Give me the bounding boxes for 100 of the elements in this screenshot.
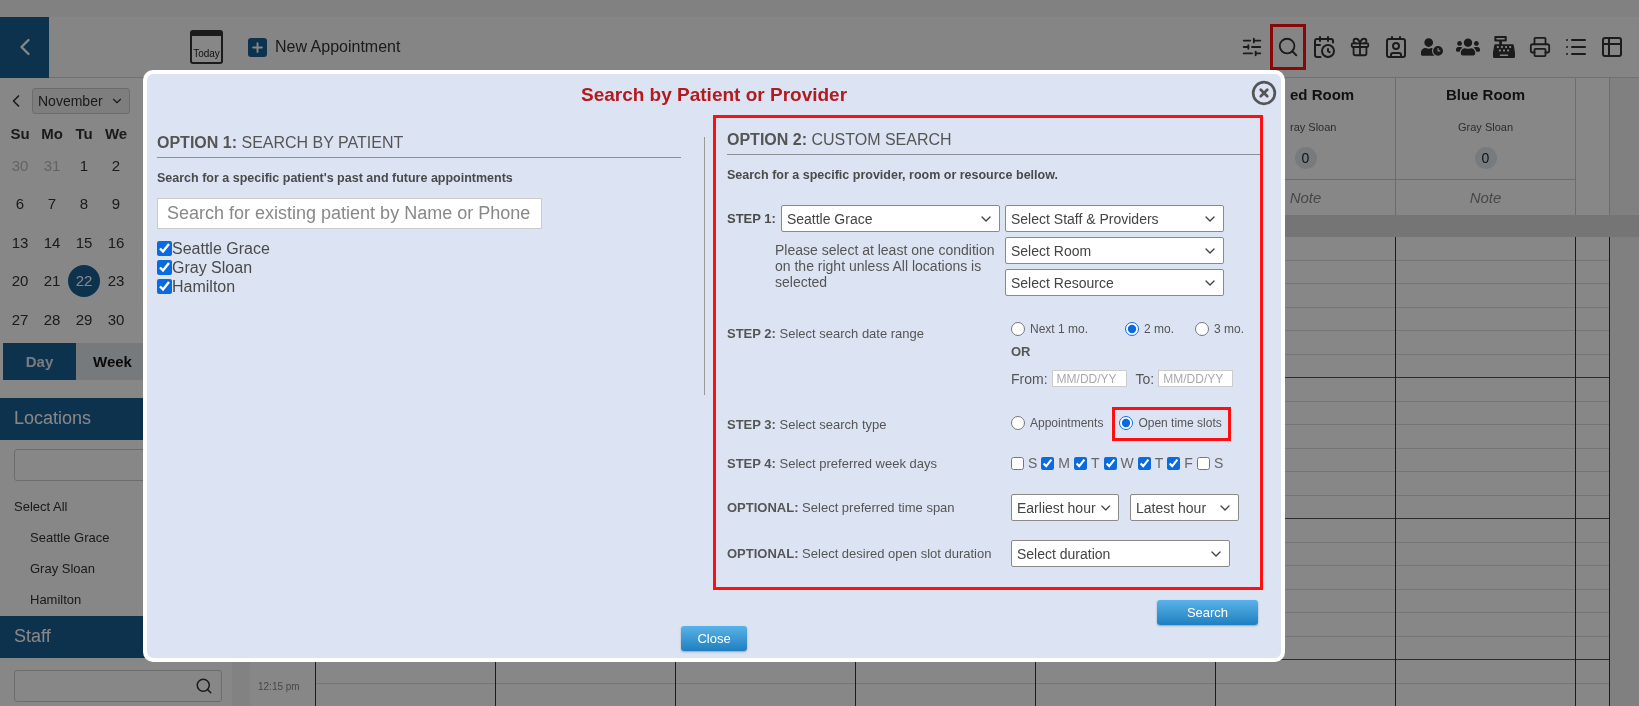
step-label: STEP 1:: [727, 211, 776, 226]
dialog-title: Search by Patient or Provider: [579, 84, 849, 106]
checkbox-label: Hamilton: [172, 277, 236, 296]
checkbox[interactable]: [1167, 456, 1181, 470]
to-label: To:: [1135, 370, 1155, 387]
filter-dropdown[interactable]: Select Room: [1005, 237, 1224, 264]
calendar-day[interactable]: 7: [36, 187, 68, 220]
new-appointment-button[interactable]: New Appointment: [248, 37, 401, 57]
checkbox-label: Seattle Grace: [172, 239, 270, 258]
checkbox[interactable]: [157, 279, 172, 294]
back-button[interactable]: [0, 16, 49, 78]
checkbox[interactable]: [157, 241, 172, 256]
calendar-day[interactable]: 28: [36, 303, 68, 336]
checkbox[interactable]: [1074, 456, 1087, 470]
checkbox[interactable]: [1041, 456, 1055, 470]
radio-button[interactable]: [1125, 322, 1139, 336]
cash-register-icon: [1493, 36, 1515, 58]
calendar-day[interactable]: 14: [36, 226, 68, 259]
to-date-field[interactable]: MM/DD/YY: [1158, 370, 1234, 387]
weekday-label: T: [1154, 455, 1164, 471]
location-dropdown[interactable]: Seattle Grace: [780, 205, 1000, 232]
radio-button[interactable]: [1119, 416, 1134, 430]
toolbar-button[interactable]: [1270, 24, 1306, 70]
weekday-label: S: [1213, 455, 1224, 471]
radio-label: 3 mo.: [1214, 322, 1244, 336]
plus-icon: [248, 37, 267, 57]
calendar-day[interactable]: 21: [36, 264, 68, 297]
weekday-label: W: [1120, 455, 1134, 471]
calendar-day[interactable]: 1: [68, 149, 100, 182]
calendar-day[interactable]: 2: [100, 149, 132, 182]
close-icon: [1251, 80, 1277, 106]
calendar-day[interactable]: 9: [100, 187, 132, 220]
section-heading: OPTION 2: CUSTOM SEARCH: [727, 130, 1260, 155]
section-description: Search for a specific provider, room or resource bellow.: [727, 168, 1059, 182]
step-label: STEP 4: Select preferred week days: [727, 455, 938, 471]
room-name: Blue Room: [1444, 86, 1527, 105]
table-icon: [1600, 35, 1624, 59]
earliest-hour-dropdown[interactable]: Earliest hour: [1011, 494, 1119, 521]
patient-search-field[interactable]: Search for existing patient by Name or Phone: [157, 198, 542, 229]
person-clock-icon: [1421, 36, 1443, 58]
calendar-day[interactable]: 15: [68, 226, 100, 259]
calendar-day[interactable]: 13: [4, 226, 36, 259]
latest-hour-dropdown[interactable]: Latest hour: [1130, 494, 1239, 521]
search-icon: [195, 676, 213, 695]
room-name: ed Room: [1290, 86, 1356, 105]
hint-text: Please select at least one condition on the right unless All locations is selected: [775, 242, 996, 290]
close-button[interactable]: [1251, 80, 1277, 106]
close-button[interactable]: Close: [681, 626, 747, 651]
weekday-label: Tu: [74, 123, 94, 144]
filter-dropdown[interactable]: Select Resource: [1005, 269, 1224, 296]
calendar-day[interactable]: 6: [4, 187, 36, 220]
radio-label: Appointments: [1030, 416, 1104, 430]
checkbox[interactable]: [1196, 456, 1210, 470]
checkbox[interactable]: [1011, 456, 1024, 470]
search-button[interactable]: Search: [1157, 600, 1258, 625]
radio-button[interactable]: [1195, 322, 1209, 336]
calendar-day[interactable]: 23: [100, 264, 132, 297]
calendar-clock-icon: [1312, 35, 1336, 59]
filter-dropdown[interactable]: Select Staff & Providers: [1005, 205, 1224, 232]
weekday-label: T: [1091, 455, 1100, 471]
contact-card-icon: [1384, 35, 1408, 59]
weekday-label: We: [103, 123, 129, 144]
duration-dropdown[interactable]: Select duration: [1011, 540, 1230, 567]
provider-name: ray Sloan: [1290, 121, 1338, 133]
count-badge: 0: [1294, 147, 1317, 169]
staff-search-field[interactable]: [14, 669, 222, 702]
section-heading: OPTION 1: SEARCH BY PATIENT: [157, 133, 681, 158]
today-button[interactable]: Today: [190, 30, 223, 64]
step-label: OPTIONAL: Select desired open slot duration: [727, 546, 992, 561]
view-tab[interactable]: Day: [3, 342, 76, 380]
scrollbar[interactable]: [1610, 78, 1639, 215]
calendar-day[interactable]: 20: [4, 264, 36, 297]
calendar-day[interactable]: 16: [100, 226, 132, 259]
calendar-day[interactable]: 30: [100, 303, 132, 336]
radio-button[interactable]: [1011, 322, 1025, 336]
radio-label: 2 mo.: [1144, 322, 1174, 336]
sliders-icon: [1241, 36, 1263, 58]
scrollbar[interactable]: [1610, 237, 1639, 706]
weekday-label: Mo: [40, 123, 64, 144]
step-label: OPTIONAL: Select preferred time span: [727, 500, 955, 515]
weekday-label: M: [1058, 455, 1070, 471]
step-label: STEP 2: Select search date range: [727, 326, 925, 341]
checkbox[interactable]: [1137, 456, 1151, 470]
new-appointment-label: New Appointment: [275, 38, 401, 56]
search-icon: [1277, 36, 1299, 58]
calendar-day[interactable]: 29: [68, 303, 100, 336]
gift-icon: [1349, 36, 1371, 58]
radio-button[interactable]: [1011, 416, 1025, 430]
from-date-field[interactable]: MM/DD/YY: [1051, 370, 1127, 387]
provider-name: Gray Sloan: [1457, 121, 1514, 133]
month-dropdown[interactable]: November: [32, 88, 130, 114]
calendar-day[interactable]: 22: [68, 264, 100, 297]
step-label: STEP 3: Select search type: [727, 416, 887, 432]
weekday-label: S: [1028, 455, 1038, 471]
checkbox[interactable]: [157, 260, 172, 275]
calendar-day[interactable]: 27: [4, 303, 36, 336]
calendar-day[interactable]: 8: [68, 187, 100, 220]
from-label: From:: [1011, 370, 1048, 387]
checkbox[interactable]: [1103, 456, 1117, 470]
section-description: Search for a specific patient's past and future appointments: [157, 171, 514, 185]
